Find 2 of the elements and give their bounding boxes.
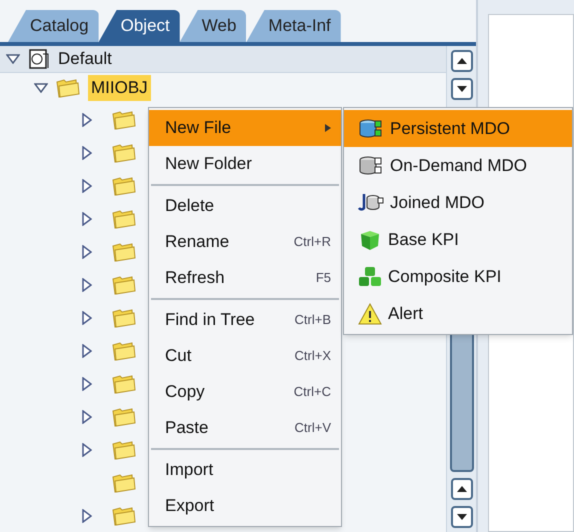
tree-label: Default <box>58 48 112 70</box>
tree-label: MIIOBJ <box>88 75 151 101</box>
